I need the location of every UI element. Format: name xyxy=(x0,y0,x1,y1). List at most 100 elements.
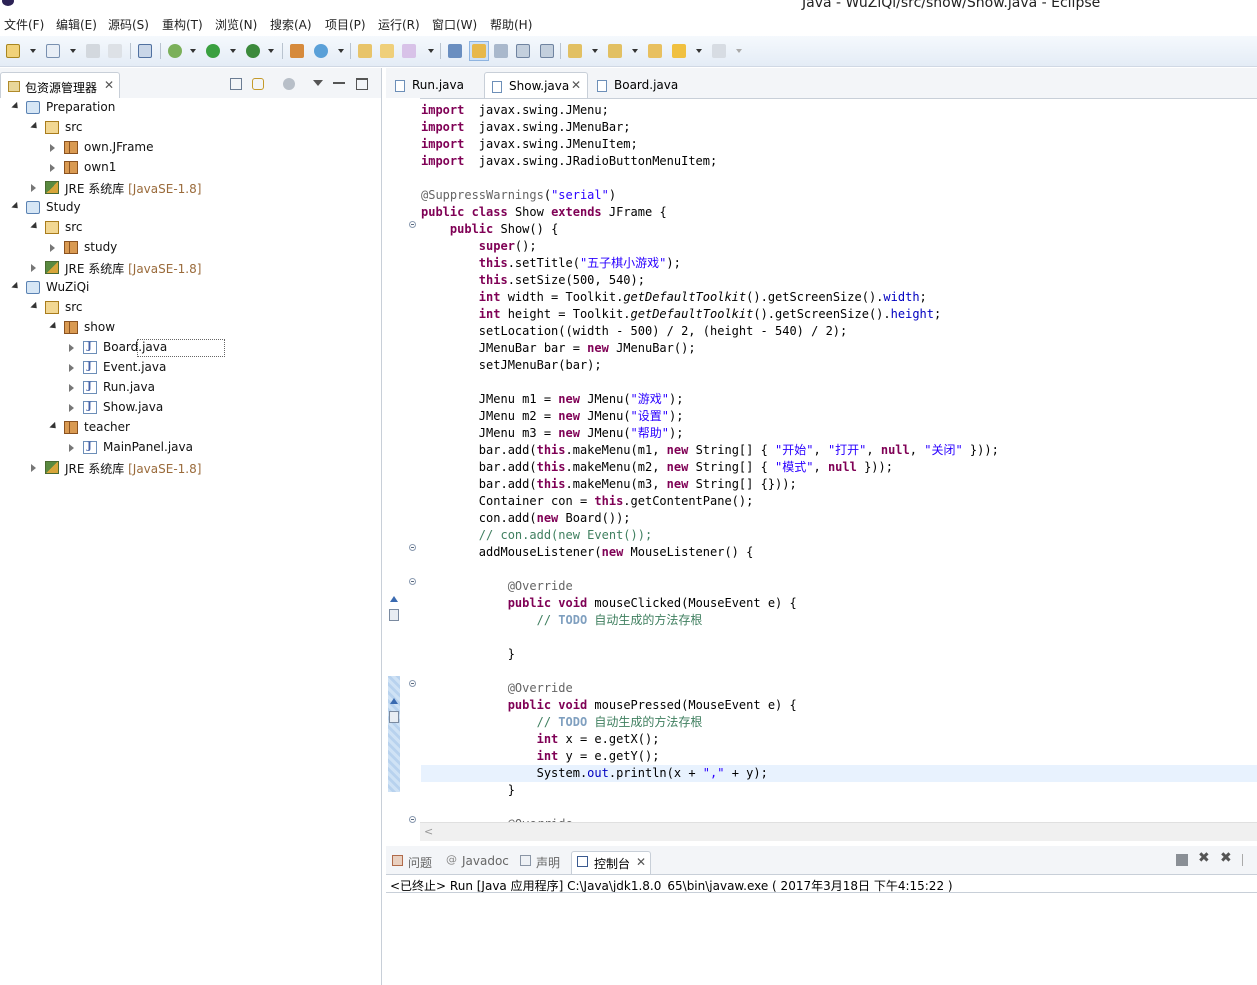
expanded-arrow-icon[interactable] xyxy=(30,221,40,232)
code-line[interactable]: this.setSize(500, 540); xyxy=(421,272,645,289)
code-line[interactable]: // con.add(new Event()); xyxy=(421,527,652,544)
code-line[interactable]: import javax.swing.JMenu; xyxy=(421,102,609,119)
tree-item[interactable]: src xyxy=(0,118,380,138)
scroll-left-icon[interactable]: < xyxy=(424,825,433,838)
code-line[interactable]: con.add(new Board()); xyxy=(421,510,631,527)
code-line[interactable]: this.setTitle("五子棋小游戏"); xyxy=(421,255,681,272)
code-line[interactable]: JMenu m1 = new JMenu("游戏"); xyxy=(421,391,684,408)
code-line[interactable]: setJMenuBar(bar); xyxy=(421,357,602,374)
search-icon[interactable] xyxy=(402,44,416,58)
code-line[interactable]: // TODO 自动生成的方法存根 xyxy=(421,612,703,629)
code-line[interactable]: int x = e.getX(); xyxy=(421,731,660,748)
code-line[interactable]: JMenuBar bar = new JMenuBar(); xyxy=(421,340,696,357)
collapsed-arrow-icon[interactable] xyxy=(69,404,74,412)
code-line[interactable]: public class Show extends JFrame { xyxy=(421,204,667,221)
tab-show-java[interactable]: Show.java ✕ xyxy=(484,72,588,98)
code-line[interactable]: bar.add(this.makeMenu(m3, new String[] {… xyxy=(421,476,797,493)
code-line[interactable]: public void mousePressed(MouseEvent e) { xyxy=(421,697,797,714)
code-line[interactable]: bar.add(this.makeMenu(m1, new String[] {… xyxy=(421,442,999,459)
new-package-icon[interactable] xyxy=(290,44,304,58)
block-selection-icon[interactable] xyxy=(494,44,508,58)
code-line[interactable]: public void mouseClicked(MouseEvent e) { xyxy=(421,595,797,612)
collapsed-arrow-icon[interactable] xyxy=(69,384,74,392)
expanded-arrow-icon[interactable] xyxy=(49,421,59,432)
code-line[interactable]: bar.add(this.makeMenu(m2, new String[] {… xyxy=(421,459,893,476)
fold-toggle-icon[interactable] xyxy=(409,578,416,585)
close-icon[interactable]: ✕ xyxy=(571,78,581,92)
code-line[interactable]: import javax.swing.JMenuBar; xyxy=(421,119,631,136)
code-line[interactable]: @Override xyxy=(421,578,573,595)
highlight-pen-icon[interactable] xyxy=(472,44,486,58)
back-arrow-icon[interactable] xyxy=(672,44,686,58)
menu-source[interactable]: 源码(S) xyxy=(108,16,149,33)
expanded-arrow-icon[interactable] xyxy=(30,301,40,312)
expanded-arrow-icon[interactable] xyxy=(11,201,21,212)
tab-javadoc[interactable]: @ Javadoc xyxy=(446,851,516,874)
override-marker-icon[interactable] xyxy=(390,698,398,704)
tree-item[interactable]: Study xyxy=(0,198,380,218)
code-line[interactable]: @Override xyxy=(421,680,573,697)
code-line[interactable]: JMenu m2 = new JMenu("设置"); xyxy=(421,408,684,425)
collapsed-arrow-icon[interactable] xyxy=(69,344,74,352)
code-line[interactable]: import javax.swing.JMenuItem; xyxy=(421,136,638,153)
chevron-down-icon[interactable] xyxy=(736,49,742,53)
fold-toggle-icon[interactable] xyxy=(409,544,416,551)
tree-item[interactable]: Board.java xyxy=(0,338,380,358)
menu-window[interactable]: 窗口(W) xyxy=(432,16,477,33)
tree-item[interactable]: JRE 系统库 [JavaSE-1.8] xyxy=(0,458,380,478)
debug-icon[interactable] xyxy=(168,44,182,58)
expanded-arrow-icon[interactable] xyxy=(30,121,40,132)
override-marker-icon[interactable] xyxy=(390,596,398,602)
tree-item[interactable]: Show.java xyxy=(0,398,380,418)
menu-project[interactable]: 项目(P) xyxy=(325,16,366,33)
console-menu-icon[interactable] xyxy=(1242,854,1253,866)
run-icon[interactable] xyxy=(206,44,220,58)
close-icon[interactable]: ✕ xyxy=(636,855,646,869)
tree-item[interactable]: MainPanel.java xyxy=(0,438,380,458)
code-line[interactable]: int y = e.getY(); xyxy=(421,748,660,765)
tree-item[interactable]: Preparation xyxy=(0,98,380,118)
chevron-down-icon[interactable] xyxy=(190,49,196,53)
paragraph-icon[interactable] xyxy=(540,44,554,58)
chevron-down-icon[interactable] xyxy=(592,49,598,53)
tab-package-explorer[interactable]: 包资源管理器 ✕ xyxy=(0,72,120,98)
tab-run-java[interactable]: Run.java xyxy=(388,72,482,98)
menu-file[interactable]: 文件(F) xyxy=(4,16,44,33)
open-type-icon[interactable] xyxy=(358,44,372,58)
tree-item[interactable]: WuZiQi xyxy=(0,278,380,298)
focus-on-task-icon[interactable] xyxy=(283,78,295,90)
code-line[interactable]: int height = Toolkit.getDefaultToolkit()… xyxy=(421,306,941,323)
code-line[interactable]: int width = Toolkit.getDefaultToolkit().… xyxy=(421,289,927,306)
minimize-icon[interactable] xyxy=(333,82,345,84)
show-whitespace-icon[interactable] xyxy=(516,44,530,58)
menu-navigate[interactable]: 浏览(N) xyxy=(215,16,257,33)
chevron-down-icon[interactable] xyxy=(632,49,638,53)
menu-refactor[interactable]: 重构(T) xyxy=(162,16,203,33)
next-annotation-icon[interactable] xyxy=(568,44,582,58)
menu-edit[interactable]: 编辑(E) xyxy=(56,16,97,33)
tree-item[interactable]: Event.java xyxy=(0,358,380,378)
code-line[interactable]: } xyxy=(421,782,515,799)
code-line[interactable]: super(); xyxy=(421,238,537,255)
tree-item[interactable]: own1 xyxy=(0,158,380,178)
previous-annotation-icon[interactable] xyxy=(608,44,622,58)
collapsed-arrow-icon[interactable] xyxy=(50,244,55,252)
tree-item[interactable]: teacher xyxy=(0,418,380,438)
remove-all-terminated-icon[interactable]: ✖ xyxy=(1220,850,1232,866)
tree-item[interactable]: Run.java xyxy=(0,378,380,398)
task-marker-icon[interactable] xyxy=(389,609,399,621)
collapsed-arrow-icon[interactable] xyxy=(50,164,55,172)
collapsed-arrow-icon[interactable] xyxy=(31,184,36,192)
expanded-arrow-icon[interactable] xyxy=(11,281,21,292)
tab-board-java[interactable]: Board.java xyxy=(590,72,686,98)
terminate-icon[interactable] xyxy=(1176,854,1188,866)
code-line[interactable]: import javax.swing.JRadioButtonMenuItem; xyxy=(421,153,717,170)
menu-search[interactable]: 搜索(A) xyxy=(270,16,312,33)
link-with-editor-icon[interactable] xyxy=(252,78,264,90)
code-line[interactable]: } xyxy=(421,646,515,663)
tab-console[interactable]: 控制台 ✕ xyxy=(571,851,651,874)
fold-toggle-icon[interactable] xyxy=(409,680,416,687)
remove-launch-icon[interactable]: ✖ xyxy=(1198,850,1210,866)
tree-item[interactable]: JRE 系统库 [JavaSE-1.8] xyxy=(0,178,380,198)
toggle-mark-occurrences-icon[interactable] xyxy=(448,44,462,58)
